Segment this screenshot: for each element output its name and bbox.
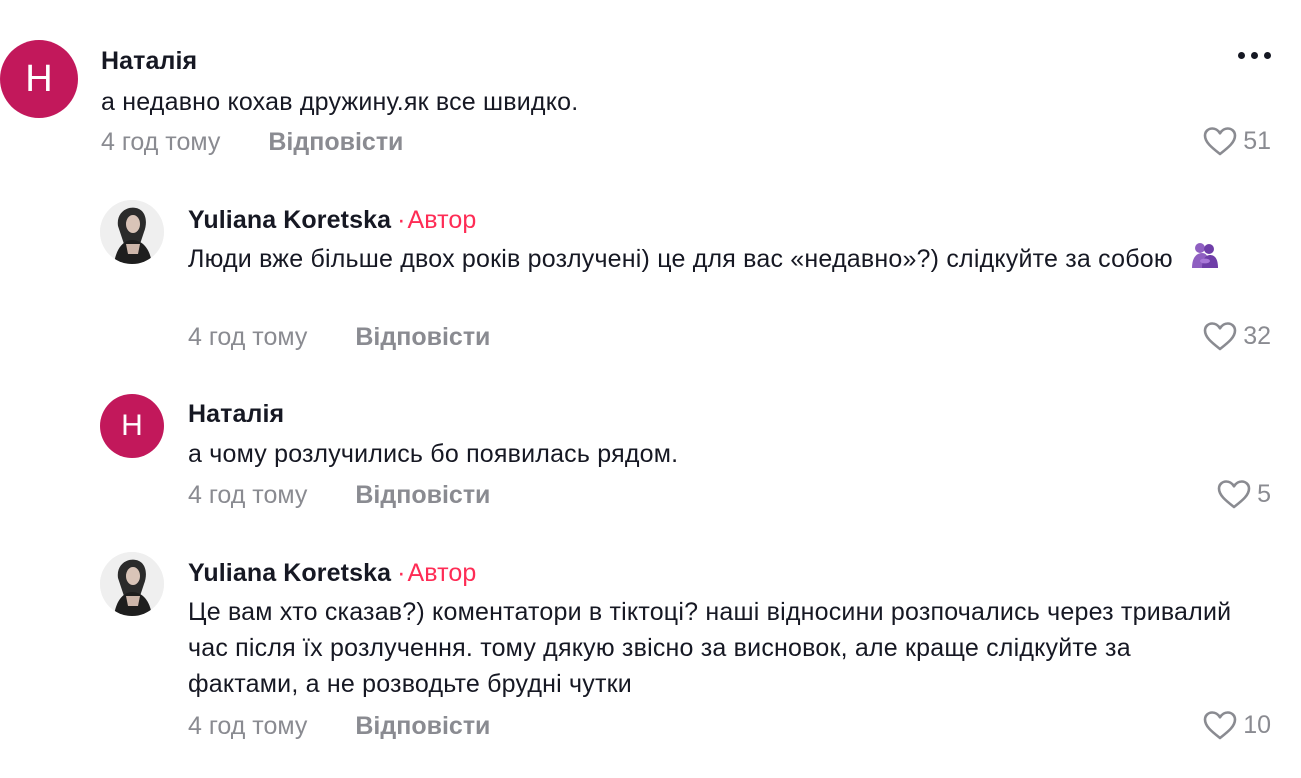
like-button[interactable]: 32 [1203, 321, 1271, 351]
username-text: Yuliana Koretska [188, 206, 392, 234]
like-count: 32 [1243, 321, 1271, 350]
comment-meta: 4 год тому Відповісти [188, 323, 490, 352]
avatar[interactable] [100, 552, 164, 616]
like-button[interactable]: 5 [1217, 479, 1271, 509]
like-button[interactable]: 51 [1203, 126, 1271, 156]
comment-meta: 4 год тому Відповісти [101, 128, 403, 157]
reply-button[interactable]: Відповісти [268, 128, 403, 156]
reply-item: Н Наталія а чому розлучились бо появилас… [0, 380, 1301, 530]
comment-timestamp: 4 год тому [101, 128, 221, 156]
comment-timestamp: 4 год тому [188, 712, 308, 740]
comment-text: Це вам хто сказав?) коментатори в тіктоц… [188, 598, 1232, 698]
profile-photo [100, 200, 164, 264]
avatar-letter: Н [25, 57, 53, 100]
reply-button[interactable]: Відповісти [355, 712, 490, 740]
author-badge: ·Автор [391, 559, 476, 587]
avatar-letter: Н [121, 409, 143, 442]
avatar[interactable]: Н [0, 40, 78, 118]
author-label: Автор [407, 559, 477, 587]
like-count: 51 [1243, 126, 1271, 155]
comment-item: Н Наталія а недавно кохав дружину.як все… [0, 0, 1301, 180]
heart-outline-icon[interactable] [1203, 710, 1237, 740]
reply-button[interactable]: Відповісти [355, 323, 490, 351]
username-text: Yuliana Koretska [188, 559, 392, 587]
comment-username[interactable]: Наталія [188, 400, 284, 429]
comment-text: а недавно кохав дружину.як все швидко. [101, 88, 579, 116]
reply-item: Yuliana Koretska ·Автор Це вам хто сказав… [0, 540, 1301, 778]
comment-meta: 4 год тому Відповісти [188, 481, 490, 510]
profile-photo [100, 552, 164, 616]
heart-outline-icon[interactable] [1217, 479, 1251, 509]
reply-item: Yuliana Koretska ·Автор Люди вже більше д… [0, 190, 1301, 360]
comment-text-content: Люди вже більше двох років розлучені) це… [188, 245, 1173, 273]
author-dot: · [397, 206, 406, 234]
heart-outline-icon[interactable] [1203, 321, 1237, 351]
comment-timestamp: 4 год тому [188, 323, 308, 351]
reply-button[interactable]: Відповісти [355, 481, 490, 509]
comment-username[interactable]: Yuliana Koretska ·Автор [188, 206, 476, 235]
more-options-icon[interactable] [1238, 52, 1271, 59]
comment-text: а чому розлучились бо появилась рядом. [188, 440, 679, 468]
author-dot: · [397, 559, 406, 587]
comment-username[interactable]: Yuliana Koretska ·Автор [188, 559, 476, 588]
comment-username[interactable]: Наталія [101, 47, 197, 76]
people-hugging-emoji [1190, 241, 1220, 279]
comment-timestamp: 4 год тому [188, 481, 308, 509]
author-badge: ·Автор [391, 206, 476, 234]
comment-text: Люди вже більше двох років розлучені) це… [188, 241, 1228, 279]
like-count: 5 [1257, 479, 1271, 508]
author-label: Автор [407, 206, 477, 234]
avatar[interactable] [100, 200, 164, 264]
heart-outline-icon[interactable] [1203, 126, 1237, 156]
avatar[interactable]: Н [100, 394, 164, 458]
like-count: 10 [1243, 710, 1271, 739]
like-button[interactable]: 10 [1203, 710, 1271, 740]
comment-meta: 4 год тому Відповісти [188, 712, 490, 741]
